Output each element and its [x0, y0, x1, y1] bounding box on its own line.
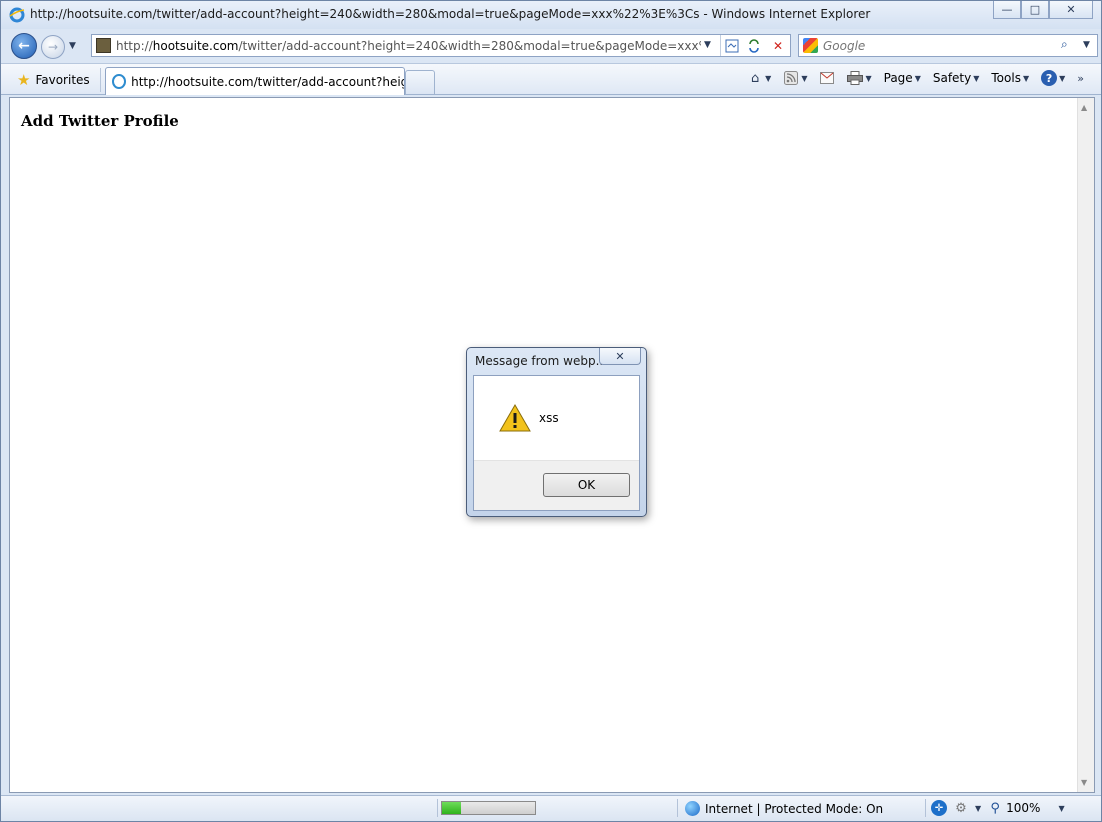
tab-current[interactable]: http://hootsuite.com/twitter/add-account… — [105, 67, 405, 95]
status-bar: Internet | Protected Mode: On ✛ ⚙ ▼ ⚲ 10… — [1, 795, 1101, 821]
site-favicon-icon — [96, 38, 111, 53]
search-input[interactable] — [823, 38, 1053, 53]
home-icon: ⌂ — [751, 70, 760, 86]
search-dropdown-icon[interactable]: ▼ — [1083, 40, 1090, 50]
url-prefix: http:// — [116, 39, 153, 53]
chevron-down-icon[interactable]: ▼ — [765, 74, 771, 83]
dialog-close-button[interactable]: ✕ — [599, 348, 641, 365]
home-button[interactable]: ⌂ ▼ — [744, 70, 774, 86]
security-zone[interactable]: Internet | Protected Mode: On — [685, 801, 883, 816]
address-bar[interactable]: http://hootsuite.com/twitter/add-account… — [91, 34, 791, 57]
feeds-button[interactable]: ▼ — [780, 70, 810, 86]
toolbar-overflow-button[interactable]: » — [1074, 72, 1087, 85]
zone-label: Internet | Protected Mode: On — [705, 801, 884, 816]
window-title: http://hootsuite.com/twitter/add-account… — [30, 7, 871, 21]
address-url[interactable]: http://hootsuite.com/twitter/add-account… — [116, 39, 701, 53]
compatibility-view-icon[interactable] — [722, 37, 742, 54]
chevron-down-icon: ▼ — [1022, 73, 1030, 83]
chevron-down-icon: ▼ — [914, 73, 921, 83]
address-dropdown-icon[interactable]: ▼ — [704, 40, 711, 50]
forward-button[interactable]: → — [41, 35, 65, 59]
popup-blocker-icon[interactable]: ⚙ — [953, 800, 969, 816]
zoom-icon: ⚲ — [990, 800, 1000, 816]
help-icon: ? — [1041, 70, 1058, 86]
chevron-down-icon[interactable]: ▼ — [975, 804, 981, 813]
status-separator — [925, 799, 926, 817]
scroll-down-icon[interactable]: ▼ — [1081, 778, 1087, 787]
printer-icon — [847, 70, 864, 86]
warning-icon — [499, 404, 531, 432]
favorites-button[interactable]: ★ Favorites — [9, 68, 101, 92]
minimize-button[interactable]: — — [993, 1, 1021, 19]
loading-icon — [112, 74, 127, 89]
read-mail-button[interactable] — [816, 70, 838, 86]
back-button[interactable]: ← — [11, 33, 37, 59]
scroll-up-icon[interactable]: ▲ — [1081, 103, 1087, 112]
zoom-control[interactable]: ⚲ 100% — [987, 800, 1040, 816]
favorites-label: Favorites — [35, 73, 90, 87]
window-controls: — □ ✕ — [993, 1, 1093, 19]
dialog-title: Message from webp... — [475, 354, 608, 368]
navigation-bar: ← → ▼ http://hootsuite.com/twitter/add-a… — [1, 29, 1101, 63]
ok-button[interactable]: OK — [543, 473, 630, 497]
tools-menu-label: Tools — [991, 71, 1021, 85]
page-title: Add Twitter Profile — [21, 112, 179, 130]
google-logo-icon — [803, 38, 818, 53]
tools-menu[interactable]: Tools ▼ — [988, 71, 1032, 85]
chevron-down-icon[interactable]: ▼ — [1058, 804, 1064, 813]
alert-dialog: Message from webp... ✕ xss OK — [466, 347, 647, 517]
stop-icon[interactable]: ✕ — [768, 37, 788, 54]
progress-bar — [441, 801, 536, 815]
safety-menu-label: Safety — [932, 71, 972, 85]
help-menu[interactable]: ? ▼ — [1038, 70, 1068, 86]
page-menu[interactable]: Page ▼ — [881, 71, 924, 85]
dialog-footer: OK — [474, 460, 639, 510]
history-dropdown-icon[interactable]: ▼ — [69, 41, 76, 51]
browser-window: http://hootsuite.com/twitter/add-account… — [0, 0, 1102, 822]
url-path: /twitter/add-account?height=240&width=28… — [238, 39, 701, 53]
accelerator-icon[interactable]: ✛ — [931, 800, 947, 816]
url-domain: hootsuite.com — [152, 39, 239, 53]
new-tab-button[interactable] — [405, 70, 435, 94]
progress-fill — [442, 802, 461, 814]
dialog-message: xss — [539, 411, 559, 425]
close-window-button[interactable]: ✕ — [1049, 1, 1093, 19]
restore-button[interactable]: □ — [1021, 1, 1049, 19]
address-separator — [720, 35, 721, 56]
rss-icon — [783, 70, 799, 86]
mail-icon — [819, 70, 835, 86]
search-box[interactable]: ⌕ ▼ — [798, 34, 1098, 57]
chevron-down-icon: ▼ — [1059, 73, 1066, 83]
vertical-scrollbar[interactable]: ▲ ▼ — [1077, 98, 1094, 792]
status-separator — [677, 799, 678, 817]
command-bar: ★ Favorites http://hootsuite.com/twitter… — [1, 63, 1101, 95]
chevron-down-icon[interactable]: ▼ — [865, 74, 871, 83]
chevron-down-icon: ▼ — [973, 73, 980, 83]
tab-label: http://hootsuite.com/twitter/add-account… — [131, 74, 404, 89]
safety-menu[interactable]: Safety ▼ — [930, 71, 983, 85]
page-menu-label: Page — [883, 71, 913, 85]
command-toolbar: ⌂ ▼ ▼ ▼ Page ▼ Safety ▼ Tools ▼ ? ▼ » — [744, 70, 1087, 86]
title-bar: http://hootsuite.com/twitter/add-account… — [1, 1, 1101, 29]
star-icon: ★ — [17, 71, 31, 89]
search-icon[interactable]: ⌕ — [1061, 37, 1068, 52]
refresh-icon[interactable] — [744, 37, 764, 54]
ie-logo-icon — [9, 7, 25, 23]
status-separator — [437, 799, 438, 817]
globe-icon — [685, 801, 700, 816]
status-tools: ✛ ⚙ ▼ ⚲ 100% ▼ — [931, 800, 1065, 816]
chevron-down-icon[interactable]: ▼ — [801, 74, 807, 83]
print-button[interactable]: ▼ — [844, 70, 874, 86]
dialog-body: xss OK — [473, 375, 640, 511]
zoom-level: 100% — [1006, 801, 1041, 815]
